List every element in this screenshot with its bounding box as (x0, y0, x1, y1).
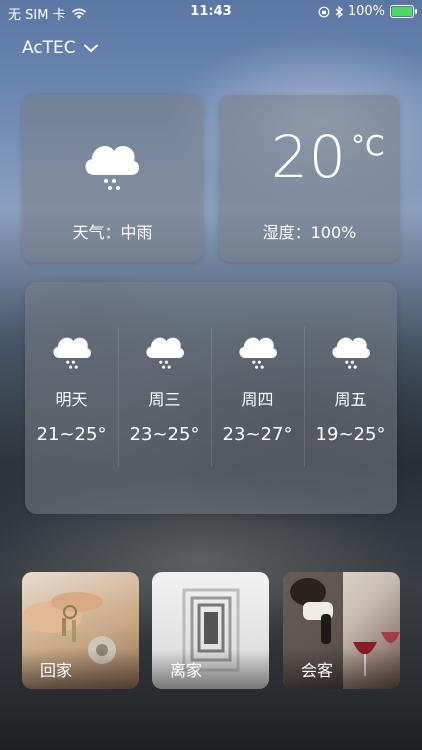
bluetooth-icon (335, 5, 343, 18)
forecast-day: 周四 23~27° (211, 330, 304, 445)
forecast-day-name: 周五 (334, 390, 367, 409)
current-weather-card: 天气：中雨 (22, 95, 203, 262)
status-bar: 无 SIM 卡 11:43 100% (0, 0, 422, 24)
orientation-lock-icon (318, 6, 330, 17)
cloud-snow-icon (145, 337, 184, 369)
forecast-temp-range: 19~25° (315, 424, 386, 445)
forecast-temp-range: 21~25° (36, 424, 107, 445)
battery-percent: 100% (347, 4, 385, 19)
location-selector[interactable]: AcTEC (22, 38, 98, 58)
forecast-temp-range: 23~25° (129, 424, 200, 445)
temperature-unit: °C (351, 129, 385, 162)
forecast-card: 明天 21~25° 周三 23~25° 周四 23~27° 周五 19~25° (25, 282, 397, 514)
cloud-snow-icon (331, 337, 370, 369)
forecast-day-name: 明天 (55, 390, 88, 409)
forecast-day-name: 周四 (241, 390, 274, 409)
scene-label: 回家 (40, 661, 73, 680)
current-temperature: 20 (271, 123, 347, 191)
cloud-snow-icon (52, 337, 91, 369)
forecast-day: 周五 19~25° (304, 330, 397, 445)
cloud-snow-icon (85, 145, 140, 191)
status-right: 100% (318, 4, 417, 19)
scene-label: 离家 (170, 661, 203, 680)
location-name: AcTEC (22, 38, 76, 58)
forecast-temp-range: 23~27° (222, 424, 293, 445)
scene-go-home-button[interactable]: 回家 (22, 572, 139, 689)
scene-label: 会客 (301, 661, 334, 680)
cloud-snow-icon (238, 337, 277, 369)
weather-condition: 天气：中雨 (72, 223, 153, 242)
forecast-day: 周三 23~25° (118, 330, 211, 445)
chevron-down-icon (83, 44, 98, 52)
battery-icon (390, 5, 417, 18)
humidity-text: 湿度：100% (262, 223, 357, 242)
forecast-day: 明天 21~25° (25, 330, 118, 445)
scene-guests-button[interactable]: 会客 (283, 572, 400, 689)
forecast-day-name: 周三 (148, 390, 181, 409)
scene-leave-home-button[interactable]: 离家 (152, 572, 269, 689)
temperature-card: 20 °C 湿度：100% (219, 95, 400, 262)
